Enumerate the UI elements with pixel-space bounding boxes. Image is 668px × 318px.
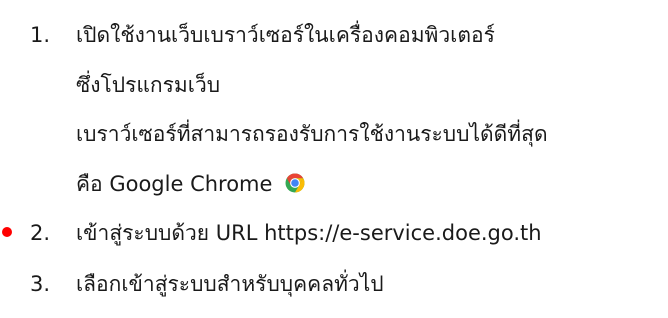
step-1-line-4-text: คือ Google Chrome xyxy=(76,172,273,196)
red-marker-dot xyxy=(2,227,12,237)
step-1-line-2: ซึ่งโปรแกรมเว็บ xyxy=(76,73,221,97)
step-3-line-1: เลือกเข้าสู่ระบบสำหรับบุคคลทั่วไป xyxy=(76,272,384,296)
step-2-line-1: เข้าสู่ระบบด้วย URL https://e-service.do… xyxy=(76,221,542,245)
step-1-line-4: คือ Google Chrome xyxy=(76,170,305,200)
chrome-logo-icon xyxy=(285,172,305,200)
step-1-number: 1. xyxy=(30,23,51,47)
step-2-number: 2. xyxy=(30,221,51,245)
step-1-line-3: เบราว์เซอร์ที่สามารถรองรับการใช้งานระบบไ… xyxy=(76,122,548,146)
step-1-line-1: เปิดใช้งานเว็บเบราว์เซอร์ในเครื่องคอมพิว… xyxy=(76,23,495,47)
step-3-number: 3. xyxy=(30,272,51,296)
